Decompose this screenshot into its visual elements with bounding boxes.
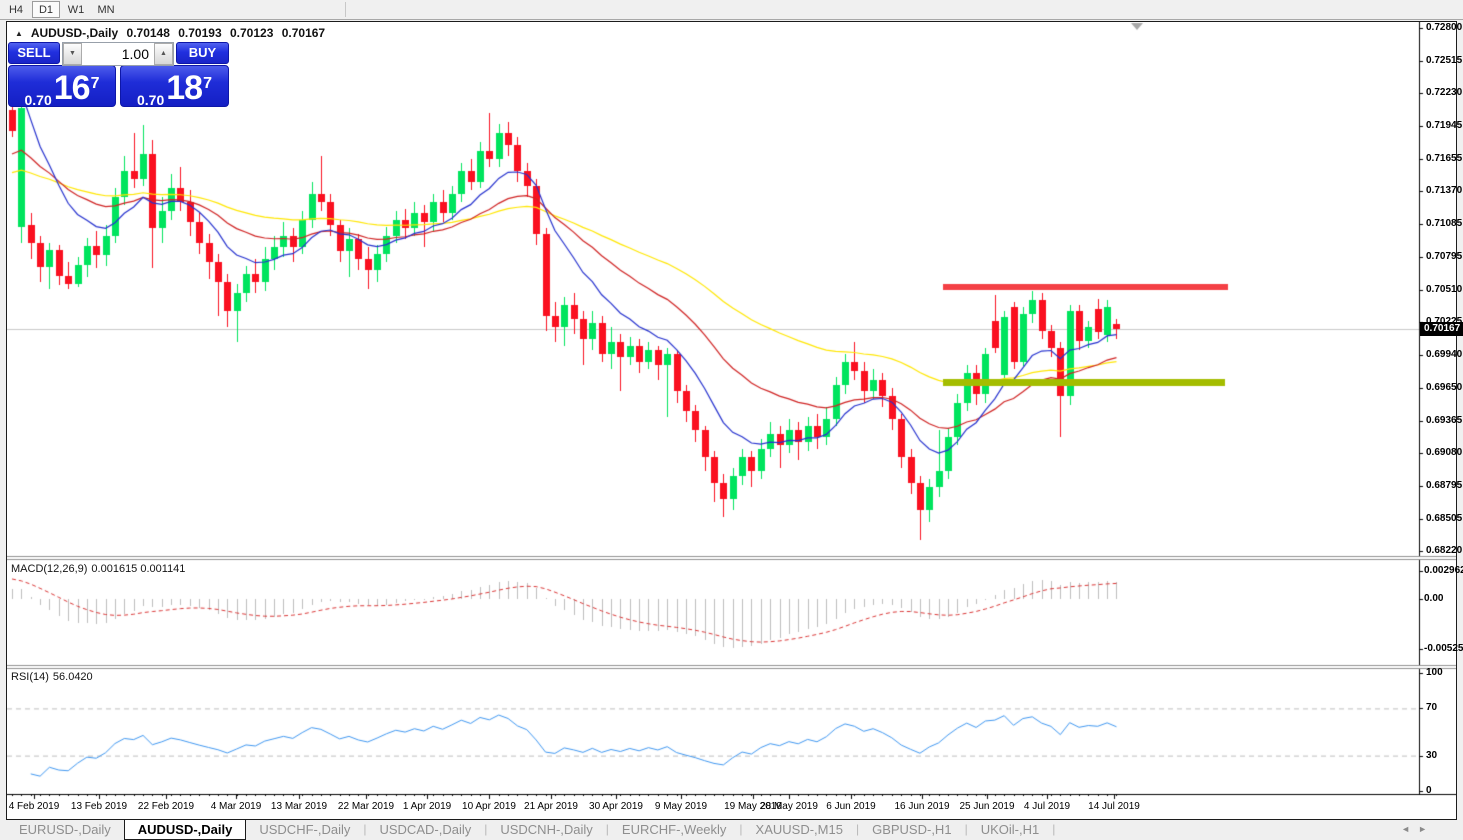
date-axis-label: 6 Jun 2019 (814, 801, 888, 812)
chart-window: ▲ AUDUSD-,Daily 0.70148 0.70193 0.70123 … (6, 21, 1457, 820)
timeframe-button-mn[interactable]: MN (92, 1, 120, 18)
rsi-axis-label: 0 (1426, 785, 1432, 796)
date-axis-label: 21 Apr 2019 (514, 801, 588, 812)
rsi-indicator-label: RSI(14) 56.0420 (11, 671, 97, 683)
tab-scroll-right-icon[interactable]: ► (1418, 824, 1435, 834)
price-axis-label: 0.72230 (1426, 87, 1462, 98)
rsi-axis-label: 30 (1426, 750, 1437, 761)
sell-button[interactable]: SELL (8, 42, 60, 64)
price-axis-label: 0.69365 (1426, 415, 1462, 426)
tab-xauusd-m15[interactable]: XAUUSD-,M15 (743, 820, 856, 840)
tab-ukoil-h1[interactable]: UKOil-,H1 (968, 820, 1053, 840)
rsi-value: 56.0420 (53, 671, 93, 683)
price-axis-label: 0.68795 (1426, 480, 1462, 491)
buy-button[interactable]: BUY (176, 42, 229, 64)
chart-tab-bar: EURUSD-,DailyAUDUSD-,DailyUSDCHF-,Daily |… (0, 820, 1463, 840)
chart-canvas[interactable] (7, 22, 1456, 817)
timeframe-button-w1[interactable]: W1 (62, 1, 90, 18)
price-axis-label: 0.70795 (1426, 251, 1462, 262)
date-axis-label: 13 Feb 2019 (62, 801, 136, 812)
price-axis-label: 0.69940 (1426, 349, 1462, 360)
price-axis-label: 0.68220 (1426, 545, 1462, 556)
date-axis-label: 13 Mar 2019 (262, 801, 336, 812)
buy-price-sup: 7 (203, 75, 212, 92)
date-axis-label: 30 Apr 2019 (579, 801, 653, 812)
volume-increase-icon[interactable]: ▲ (154, 43, 173, 65)
date-axis-label: 22 Feb 2019 (129, 801, 203, 812)
price-axis-label: 0.72800 (1426, 22, 1462, 33)
macd-axis-label: -0.005255 (1424, 643, 1463, 654)
chart-symbol: AUDUSD-,Daily (31, 26, 118, 40)
ohlc-close: 0.70167 (282, 26, 325, 40)
buy-price-big: 18 (166, 69, 202, 107)
tab-audusd-daily[interactable]: AUDUSD-,Daily (124, 820, 247, 840)
buy-price-box[interactable]: 0.70187 (120, 65, 229, 107)
price-axis-label: 0.71945 (1426, 120, 1462, 131)
tab-eurusd-daily[interactable]: EURUSD-,Daily (6, 820, 124, 840)
tab-separator: | (1052, 820, 1055, 840)
sell-price-prefix: 0.70 (25, 92, 52, 108)
price-axis-label: 0.69080 (1426, 447, 1462, 458)
date-axis-label: 16 Jun 2019 (885, 801, 959, 812)
tab-usdcnh-daily[interactable]: USDCNH-,Daily (487, 820, 605, 840)
timeframe-toolbar: H4 D1 W1 MN (0, 0, 1463, 20)
chart-title: ▲ AUDUSD-,Daily 0.70148 0.70193 0.70123 … (15, 26, 330, 40)
current-price-tag: 0.70167 (1420, 322, 1463, 336)
tab-usdchf-daily[interactable]: USDCHF-,Daily (246, 820, 363, 840)
rsi-name: RSI(14) (11, 671, 49, 683)
tab-scroll-arrows[interactable]: ◄► (1401, 824, 1435, 834)
timeframe-button-h4[interactable]: H4 (2, 1, 30, 18)
price-axis-label: 0.71085 (1426, 218, 1462, 229)
one-click-trade-panel: SELL ▼ 1.00 ▲ BUY 0.70167 0.70187 (8, 42, 229, 110)
rsi-axis-label: 100 (1426, 667, 1443, 678)
buy-price-prefix: 0.70 (137, 92, 164, 108)
sell-price-box[interactable]: 0.70167 (8, 65, 116, 107)
timeframe-button-d1[interactable]: D1 (32, 1, 60, 18)
macd-axis-label: 0.002962 (1424, 565, 1463, 576)
date-axis-label: 4 Jul 2019 (1010, 801, 1084, 812)
ohlc-high: 0.70193 (178, 26, 221, 40)
macd-values: 0.001615 0.001141 (91, 563, 185, 575)
sell-price-big: 16 (54, 69, 90, 107)
tab-gbpusd-h1[interactable]: GBPUSD-,H1 (859, 820, 964, 840)
sell-price-sup: 7 (91, 75, 100, 92)
price-axis-label: 0.71655 (1426, 153, 1462, 164)
date-axis-label: 9 May 2019 (644, 801, 718, 812)
macd-name: MACD(12,26,9) (11, 563, 87, 575)
collapse-panel-icon[interactable]: ▲ (15, 29, 23, 38)
date-axis-label: 14 Jul 2019 (1077, 801, 1151, 812)
rsi-axis-label: 70 (1426, 702, 1437, 713)
volume-decrease-icon[interactable]: ▼ (63, 43, 82, 65)
toolbar-separator (345, 2, 346, 17)
ohlc-open: 0.70148 (127, 26, 170, 40)
tab-usdcad-daily[interactable]: USDCAD-,Daily (366, 820, 484, 840)
date-axis-label: 4 Feb 2019 (0, 801, 71, 812)
ohlc-low: 0.70123 (230, 26, 273, 40)
macd-axis-label: 0.00 (1424, 593, 1443, 604)
volume-spinner: ▼ 1.00 ▲ (62, 42, 174, 66)
price-axis-label: 0.72515 (1426, 55, 1462, 66)
macd-indicator-label: MACD(12,26,9) 0.001615 0.001141 (11, 563, 189, 575)
price-axis-label: 0.69650 (1426, 382, 1462, 393)
tab-eurchf-weekly[interactable]: EURCHF-,Weekly (609, 820, 740, 840)
price-axis-label: 0.68505 (1426, 513, 1462, 524)
trade-panel-top-row: SELL ▼ 1.00 ▲ BUY (8, 42, 229, 65)
price-axis-label: 0.70510 (1426, 284, 1462, 295)
price-axis-label: 0.71370 (1426, 185, 1462, 196)
trade-panel-price-row: 0.70167 0.70187 (8, 65, 229, 108)
volume-input[interactable]: 1.00 (82, 43, 154, 65)
tab-scroll-left-icon[interactable]: ◄ (1401, 824, 1418, 834)
